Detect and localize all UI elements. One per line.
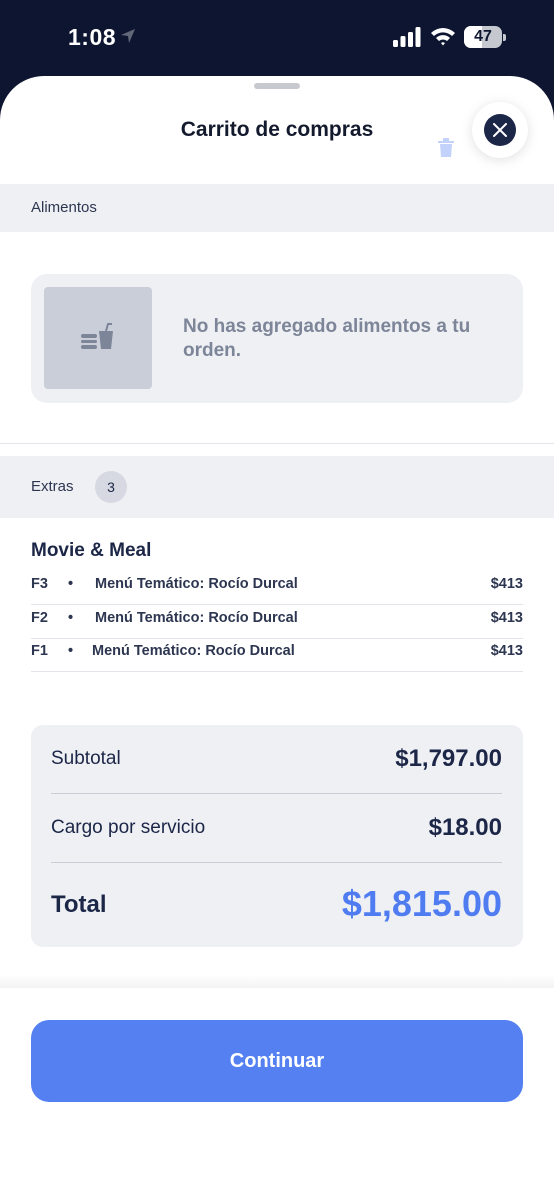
food-drink-icon bbox=[81, 323, 113, 349]
item-seat: F1 bbox=[31, 643, 48, 659]
list-item: F1 • Menú Temático: Rocío Durcal $413 bbox=[31, 639, 523, 672]
extras-count-badge: 3 bbox=[95, 471, 127, 503]
combo-title: Movie & Meal bbox=[31, 540, 152, 561]
empty-foods-message: No has agregado alimentos a tu orden. bbox=[183, 316, 471, 361]
wifi-icon bbox=[431, 28, 455, 46]
item-price: $413 bbox=[490, 643, 523, 659]
location-arrow-icon bbox=[121, 29, 135, 43]
total-value: $1,815.00 bbox=[341, 883, 502, 924]
list-item: F3 • Menú Temático: Rocío Durcal $413 bbox=[31, 572, 523, 605]
total-row: Total $1,815.00 bbox=[51, 883, 502, 927]
service-fee-value: $18.00 bbox=[428, 814, 502, 841]
service-fee-label: Cargo por servicio bbox=[51, 817, 206, 838]
close-icon bbox=[493, 123, 507, 137]
food-placeholder-image bbox=[44, 287, 152, 389]
subtotal-label: Subtotal bbox=[51, 748, 121, 769]
footer: Continuar bbox=[0, 988, 554, 1200]
item-bullet: • bbox=[68, 643, 74, 659]
total-label: Total bbox=[51, 891, 107, 918]
foods-empty-state: No has agregado alimentos a tu orden. bbox=[31, 274, 523, 403]
continue-button[interactable]: Continuar bbox=[31, 1020, 523, 1102]
item-name: Menú Temático: Rocío Durcal bbox=[92, 643, 295, 659]
item-seat: F3 bbox=[31, 576, 48, 592]
item-name: Menú Temático: Rocío Durcal bbox=[95, 576, 298, 592]
sheet-grabber[interactable] bbox=[254, 83, 300, 89]
status-bar: 1:08 47 bbox=[0, 0, 554, 76]
sheet-title: Carrito de compras bbox=[180, 118, 374, 141]
cart-sheet: Carrito de compras Alimentos No has agre… bbox=[0, 76, 554, 1200]
item-bullet: • bbox=[68, 576, 74, 592]
item-price: $413 bbox=[490, 610, 523, 626]
section-label-extras: Extras bbox=[31, 478, 74, 495]
totals-divider bbox=[51, 862, 502, 863]
section-header-extras: Extras 3 bbox=[0, 456, 554, 518]
subtotal-value: $1,797.00 bbox=[395, 745, 502, 772]
battery-percentage: 47 bbox=[474, 28, 492, 45]
service-fee-row: Cargo por servicio $18.00 bbox=[51, 814, 502, 846]
section-header-foods: Alimentos bbox=[0, 184, 554, 232]
totals-summary: Subtotal $1,797.00 Cargo por servicio $1… bbox=[31, 725, 523, 947]
battery-icon: 47 bbox=[464, 26, 506, 48]
item-name: Menú Temático: Rocío Durcal bbox=[95, 610, 298, 626]
section-label-foods: Alimentos bbox=[31, 199, 97, 216]
status-time: 1:08 bbox=[68, 24, 117, 50]
item-seat: F2 bbox=[31, 610, 48, 626]
subtotal-row: Subtotal $1,797.00 bbox=[51, 745, 502, 777]
list-item: F2 • Menú Temático: Rocío Durcal $413 bbox=[31, 606, 523, 639]
item-price: $413 bbox=[490, 576, 523, 592]
item-bullet: • bbox=[68, 610, 74, 626]
divider bbox=[0, 443, 554, 444]
close-button[interactable] bbox=[472, 102, 528, 158]
signal-icon bbox=[393, 27, 421, 47]
totals-divider bbox=[51, 793, 502, 794]
